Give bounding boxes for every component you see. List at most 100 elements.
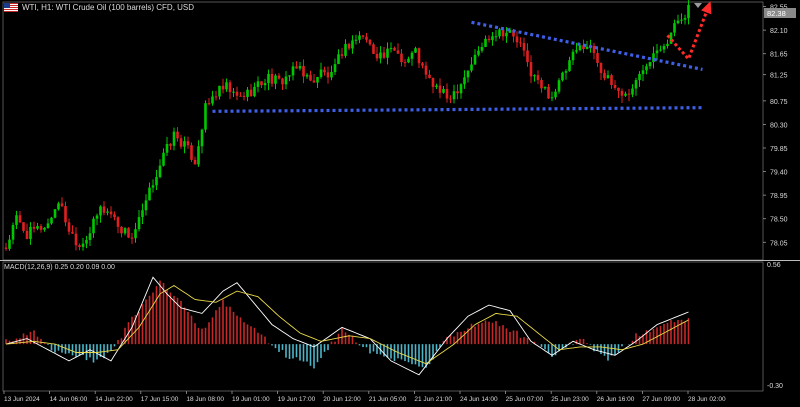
candle-body xyxy=(568,60,571,72)
time-tick-label: 21 Jun 21:00 xyxy=(414,396,452,403)
candle-body xyxy=(431,77,435,87)
candle-body xyxy=(645,66,648,71)
candle-body xyxy=(95,215,99,219)
time-tick-label: 27 Jun 09:00 xyxy=(642,396,680,403)
candle-body xyxy=(116,217,120,227)
candle-body xyxy=(407,58,410,63)
candle-body xyxy=(459,84,463,94)
candle-body xyxy=(214,96,218,98)
candle-body xyxy=(165,144,169,153)
us-flag-icon xyxy=(4,3,18,12)
candle-body xyxy=(354,39,358,41)
candle-body xyxy=(326,72,330,78)
candle-body xyxy=(32,226,36,229)
candle-body xyxy=(487,38,491,41)
macd-axis-bottom: -0.30 xyxy=(767,383,783,390)
time-tick-label: 17 Jun 15:00 xyxy=(141,396,179,403)
candle-body xyxy=(176,131,179,139)
candle-body xyxy=(585,46,589,49)
candle-body xyxy=(571,51,575,61)
candle-body xyxy=(337,54,340,65)
candle-body xyxy=(123,228,127,234)
candle-body xyxy=(634,80,638,89)
candle-body xyxy=(659,49,662,51)
candle-body xyxy=(78,245,81,247)
candle-body xyxy=(536,75,540,80)
candle-body xyxy=(11,224,15,240)
candle-body xyxy=(172,131,176,146)
chart-window: 82.5582.1081.6581.2580.7580.3079.8579.40… xyxy=(0,0,800,407)
candle-body xyxy=(281,78,284,85)
candle-body xyxy=(127,228,130,238)
candles-layer xyxy=(4,0,690,251)
candle-body xyxy=(225,82,228,90)
candle-body xyxy=(190,145,193,160)
candle-body xyxy=(204,103,207,130)
candle-body xyxy=(519,42,522,44)
candle-body xyxy=(46,223,50,228)
candle-body xyxy=(288,75,291,77)
candle-body xyxy=(666,43,669,47)
price-tick-label: 82.10 xyxy=(770,28,788,35)
candle-body xyxy=(53,209,57,218)
candle-body xyxy=(141,210,144,218)
candle-body xyxy=(323,69,326,73)
candle-body xyxy=(438,85,442,93)
candle-body xyxy=(88,233,92,240)
candle-body xyxy=(603,72,606,79)
candle-body xyxy=(263,83,267,86)
time-tick-label: 14 Jun 22:00 xyxy=(95,396,133,403)
candle-body xyxy=(575,50,578,52)
candle-body xyxy=(330,71,333,78)
candle-body xyxy=(8,239,11,249)
candle-body xyxy=(316,76,319,83)
candle-body xyxy=(71,231,74,234)
candle-body xyxy=(347,43,351,49)
candle-body xyxy=(515,36,519,43)
candle-body xyxy=(298,65,302,69)
candle-body xyxy=(498,29,501,37)
candle-body xyxy=(158,165,162,177)
candle-body xyxy=(267,73,270,84)
candle-body xyxy=(389,48,393,50)
candle-body xyxy=(403,62,407,64)
time-tick-label: 19 Jun 17:00 xyxy=(278,396,316,403)
candle-body xyxy=(375,53,379,59)
candle-body xyxy=(494,36,498,38)
time-tick-label: 25 Jun 07:00 xyxy=(506,396,544,403)
candle-body xyxy=(312,80,316,83)
candle-body xyxy=(106,211,109,213)
current-price-label: 82.38 xyxy=(767,9,786,18)
candle-body xyxy=(683,18,687,20)
candle-body xyxy=(39,226,43,230)
candle-body xyxy=(137,217,141,230)
candle-body xyxy=(211,96,214,104)
annotations-layer xyxy=(212,1,712,113)
candle-body xyxy=(207,103,211,105)
price-tick-label: 80.75 xyxy=(770,99,788,106)
candle-body xyxy=(396,50,400,54)
candle-body xyxy=(221,85,225,90)
candle-body xyxy=(309,74,312,81)
candle-body xyxy=(81,243,85,247)
candle-body xyxy=(501,29,505,37)
candle-body xyxy=(428,74,431,78)
current-price-tag: 82.38 xyxy=(764,8,796,18)
candle-body xyxy=(655,50,659,54)
candle-body xyxy=(410,52,414,59)
candle-body xyxy=(648,62,652,67)
candle-body xyxy=(18,215,22,223)
price-tick-label: 81.65 xyxy=(770,52,788,59)
candle-body xyxy=(295,66,298,69)
price-tick-label: 78.95 xyxy=(770,193,788,200)
time-tick-label: 24 Jun 14:00 xyxy=(460,396,498,403)
candle-body xyxy=(449,98,452,100)
time-tick-label: 19 Jun 01:00 xyxy=(232,396,270,403)
candle-body xyxy=(235,91,239,96)
candle-body xyxy=(200,129,204,147)
candle-body xyxy=(543,86,547,89)
candle-body xyxy=(144,200,148,211)
candle-body xyxy=(491,36,494,41)
candle-body xyxy=(533,75,536,77)
candle-body xyxy=(529,62,533,77)
